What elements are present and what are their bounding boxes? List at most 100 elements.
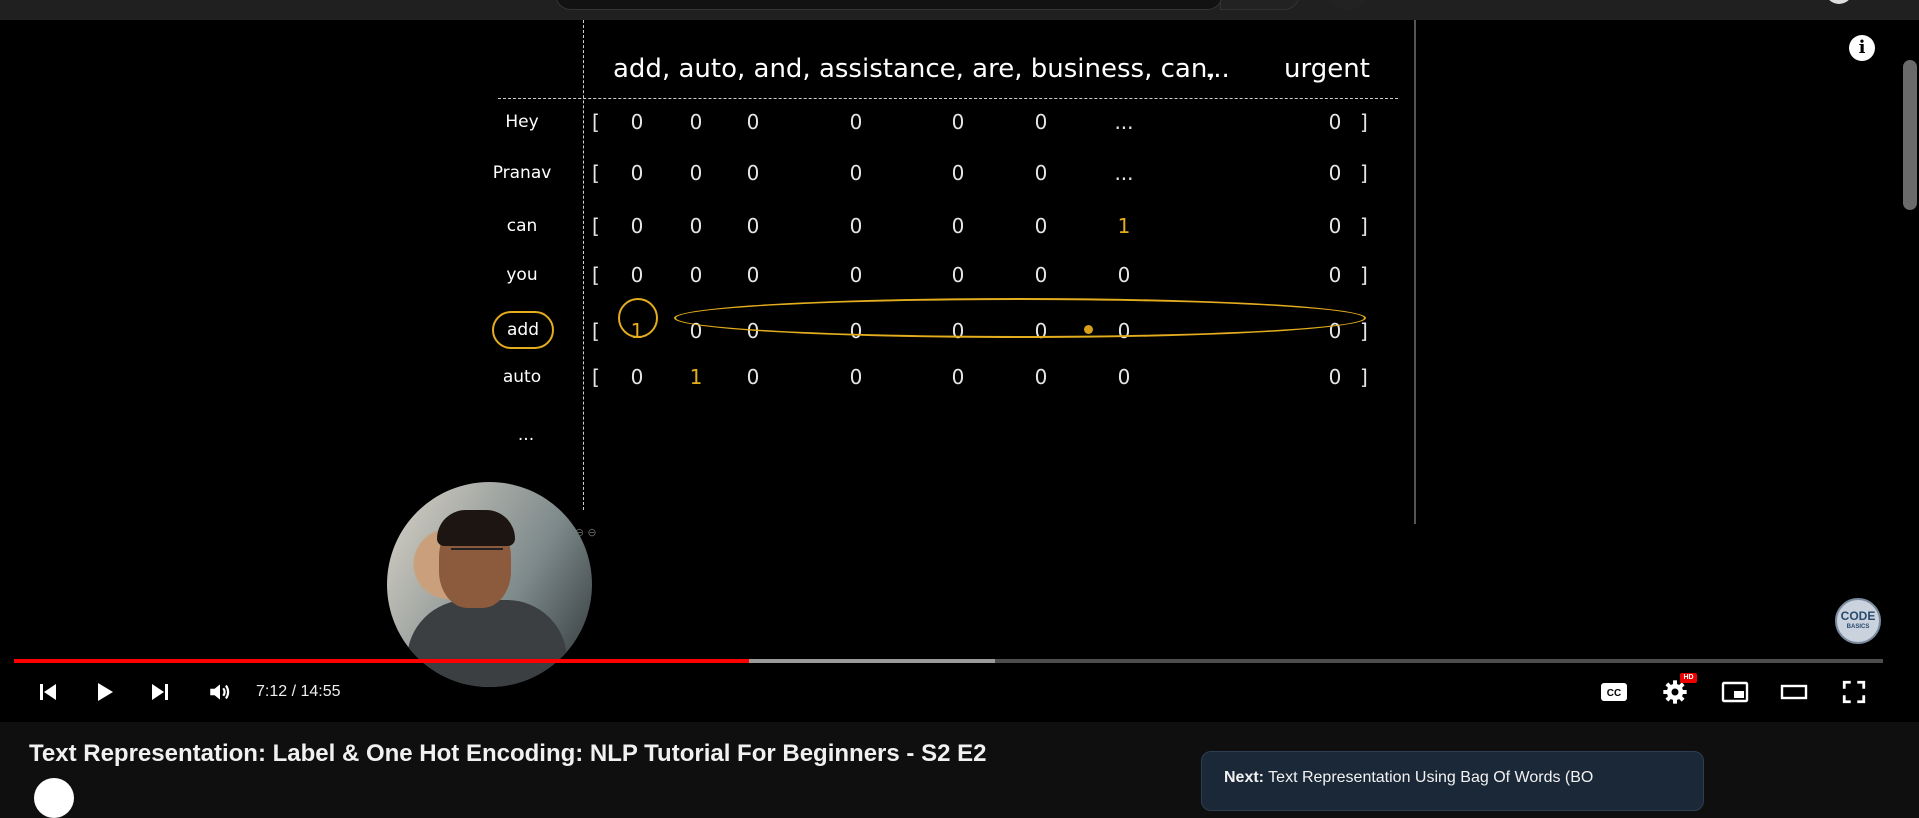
matrix-cell: 0 (630, 214, 644, 238)
video-frame: add, auto, and, assistance, are, busines… (0, 20, 1919, 722)
video-player[interactable]: add, auto, and, assistance, are, busines… (0, 20, 1919, 722)
matrix-cell: 0 (951, 110, 965, 134)
progress-bar[interactable] (14, 659, 1883, 663)
matrix-cell: 0 (630, 263, 644, 287)
matrix-cell: 0 (1034, 365, 1048, 389)
matrix-cell: 1 (689, 365, 703, 389)
info-icon[interactable]: i (1849, 35, 1875, 61)
previous-button[interactable] (30, 672, 66, 712)
matrix-cell: 0 (1034, 161, 1048, 185)
row-close-bracket: ] (1360, 365, 1368, 389)
matrix-cell: 0 (1328, 365, 1342, 389)
voice-search-button[interactable] (1326, 0, 1368, 10)
row-word-can: can (506, 216, 538, 236)
matrix-cell: 0 (746, 161, 760, 185)
vocab-last-word: urgent (1284, 54, 1370, 84)
top-bar (0, 0, 1919, 20)
highlight-ellipse-zeros (674, 298, 1366, 338)
matrix-cell: 0 (1034, 214, 1048, 238)
row-open-bracket: [ (592, 319, 600, 343)
channel-avatar[interactable] (34, 778, 74, 818)
row-open-bracket: [ (592, 365, 600, 389)
matrix-cell: 0 (746, 110, 760, 134)
matrix-cell: 0 (630, 365, 644, 389)
account-avatar[interactable] (1825, 0, 1853, 4)
matrix-cell: 0 (1328, 161, 1342, 185)
row-close-bracket: ] (1360, 161, 1368, 185)
next-button[interactable] (142, 672, 178, 712)
hd-badge: HD (1680, 673, 1697, 683)
matrix-cell: 0 (1328, 214, 1342, 238)
scrollbar-thumb[interactable] (1903, 60, 1917, 210)
row-word-you: you (506, 265, 538, 285)
matrix-cell: 0 (1034, 263, 1048, 287)
captions-button[interactable]: CC (1594, 672, 1634, 712)
matrix-cell: 0 (951, 161, 965, 185)
matrix-cell: 0 (951, 263, 965, 287)
matrix-cell: 0 (746, 263, 760, 287)
matrix-cell: 0 (849, 263, 863, 287)
matrix-cell: 0 (849, 365, 863, 389)
play-button[interactable] (86, 672, 122, 712)
player-controls: 7:12 / 14:55 CC (0, 672, 1919, 712)
matrix-cell: 0 (1034, 110, 1048, 134)
matrix-cell: 1 (1117, 214, 1131, 238)
matrix-cell: 0 (630, 110, 644, 134)
matrix-cell: 0 (849, 214, 863, 238)
matrix-cell: 0 (849, 161, 863, 185)
more-rows-ellipsis: ... (517, 425, 535, 445)
search-button[interactable] (1220, 0, 1300, 10)
pen-cursor (1084, 325, 1093, 334)
slide-border (1414, 20, 1416, 524)
theater-icon (1780, 684, 1808, 700)
presenter-webcam (387, 482, 592, 687)
play-icon (98, 683, 113, 701)
mute-button[interactable] (202, 672, 238, 712)
played-progress (14, 659, 749, 663)
highlight-circle-one (618, 298, 658, 338)
up-next-card[interactable]: Next: Text Representation Using Bag Of W… (1201, 751, 1704, 811)
logo-text-code: CODE (1840, 609, 1876, 623)
matrix-cell: 0 (951, 214, 965, 238)
video-title: Text Representation: Label & One Hot Enc… (29, 740, 987, 767)
matrix-cell: 0 (630, 161, 644, 185)
matrix-cell: ... (1114, 110, 1134, 134)
row-close-bracket: ] (1360, 263, 1368, 287)
matrix-cell: 0 (951, 365, 965, 389)
search-input[interactable] (555, 0, 1223, 10)
up-next-prefix: Next: (1224, 769, 1265, 786)
page-scrollbar[interactable] (1901, 20, 1919, 722)
row-open-bracket: [ (592, 110, 600, 134)
row-word-pranav: Pranav (492, 163, 552, 183)
previous-icon (40, 684, 56, 700)
time-display: 7:12 / 14:55 (256, 683, 341, 700)
miniplayer-button[interactable] (1715, 672, 1755, 712)
row-word-add: add (492, 311, 554, 349)
up-next-title: Text Representation Using Bag Of Words (… (1268, 769, 1594, 786)
row-word-auto: auto (502, 367, 542, 387)
miniplayer-icon (1721, 681, 1749, 703)
matrix-cell: 0 (689, 110, 703, 134)
header-divider (498, 98, 1398, 99)
channel-watermark-logo[interactable]: CODE BASICS (1835, 598, 1881, 644)
matrix-cell: 0 (1117, 263, 1131, 287)
volume-icon (210, 684, 230, 700)
captions-icon: CC (1601, 683, 1627, 701)
row-open-bracket: [ (592, 161, 600, 185)
fullscreen-icon (1842, 680, 1866, 704)
matrix-cell: 0 (746, 214, 760, 238)
row-open-bracket: [ (592, 214, 600, 238)
vocab-ellipsis: ... (1205, 54, 1230, 84)
fullscreen-button[interactable] (1834, 672, 1874, 712)
row-open-bracket: [ (592, 263, 600, 287)
row-word-hey: Hey (505, 112, 539, 132)
row-close-bracket: ] (1360, 319, 1368, 343)
matrix-cell: 0 (689, 214, 703, 238)
matrix-cell: 0 (1117, 365, 1131, 389)
matrix-cell: 0 (1328, 110, 1342, 134)
matrix-cell: ... (1114, 161, 1134, 185)
presenter-hair (437, 510, 515, 546)
row-close-bracket: ] (1360, 110, 1368, 134)
theater-mode-button[interactable] (1774, 672, 1814, 712)
vocab-header: add, auto, and, assistance, are, busines… (613, 54, 1216, 84)
